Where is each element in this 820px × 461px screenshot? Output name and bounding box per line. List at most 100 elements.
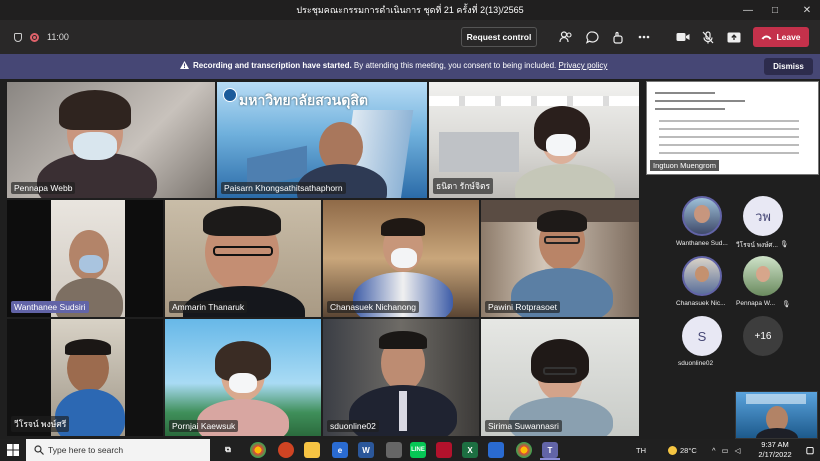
camera-icon[interactable] <box>675 29 691 45</box>
meeting-timer: 11:00 <box>47 32 69 42</box>
warning-icon <box>180 61 189 69</box>
presenter-name: Ingtuon Muengrom <box>650 160 719 171</box>
app-icon[interactable] <box>488 442 504 458</box>
participant-name: Pawini Rotprasoet <box>485 301 560 313</box>
university-banner-text: มหาวิทยาลัยสวนดุสิต <box>239 92 368 108</box>
share-screen-icon[interactable] <box>726 29 742 45</box>
self-view[interactable] <box>735 391 818 439</box>
windows-taskbar: Type here to search ⧉ e W LINE X T TH 28… <box>0 439 820 461</box>
shared-screen-thumbnail[interactable]: Ingtuon Muengrom <box>646 81 819 175</box>
video-tile[interactable]: Ammarin Thanaruk <box>164 199 322 318</box>
video-tile[interactable]: Wanthanee Sudsiri <box>6 199 164 318</box>
edge-icon[interactable]: e <box>332 442 348 458</box>
roster-name: วีโรจน์ พงษ์ศ... <box>736 242 778 249</box>
university-logo <box>223 88 237 102</box>
recording-banner: Recording and transcription have started… <box>0 54 820 79</box>
app-icon[interactable] <box>386 442 402 458</box>
participant-name: วีโรจน์ พงษ์ศรี <box>11 416 70 432</box>
participant-name: Ammarin Thanaruk <box>169 301 248 313</box>
chrome-icon[interactable] <box>250 442 266 458</box>
recording-icon <box>30 32 39 42</box>
maximize-button[interactable]: □ <box>762 0 788 20</box>
line-icon[interactable]: LINE <box>410 442 426 458</box>
video-tile[interactable]: Chanasuek Nichanong <box>322 199 480 318</box>
teams-icon[interactable]: T <box>542 442 558 458</box>
participant-name: Wanthanee Sudsiri <box>11 301 89 313</box>
roster-name: Pennapa W... <box>736 300 776 307</box>
search-placeholder: Type here to search <box>48 445 124 455</box>
avatar[interactable]: S <box>682 316 722 356</box>
minimize-button[interactable]: — <box>735 0 761 20</box>
participant-name: ธนิดา รักษ์จิตร <box>433 178 494 194</box>
video-tile[interactable]: Pennapa Webb <box>6 81 216 199</box>
avatar-initials: วพ <box>755 208 771 224</box>
avatar[interactable]: วพ <box>743 196 783 236</box>
weather-widget[interactable]: 28°C <box>668 439 697 461</box>
notifications-icon[interactable]: ▢ <box>802 442 818 458</box>
leave-label: Leave <box>776 32 801 42</box>
chevron-up-icon[interactable]: ^ <box>712 446 716 455</box>
search-icon <box>34 445 44 455</box>
language-indicator[interactable]: TH <box>636 439 646 461</box>
leave-button[interactable]: Leave <box>753 27 809 47</box>
weather-temp: 28°C <box>680 445 697 455</box>
participant-name: Chanasuek Nichanong <box>327 301 420 313</box>
windows-start-icon[interactable] <box>5 442 21 458</box>
meeting-toolbar: 11:00 Request control Leave <box>0 20 820 54</box>
avatar[interactable] <box>743 256 783 296</box>
clock[interactable]: 9:37 AM 2/17/2022 <box>752 440 798 460</box>
avatar[interactable] <box>682 256 722 296</box>
request-control-button[interactable]: Request control <box>461 27 537 47</box>
roster-name: sduonline02 <box>678 360 714 367</box>
video-tile[interactable]: Sirima Suwannasri <box>480 318 640 437</box>
avatar[interactable] <box>682 196 722 236</box>
chrome-icon[interactable] <box>516 442 532 458</box>
task-view-icon[interactable]: ⧉ <box>220 442 236 458</box>
volume-icon[interactable]: ◁ <box>735 446 741 455</box>
app-icon[interactable] <box>436 442 452 458</box>
dismiss-button[interactable]: Dismiss <box>764 58 813 75</box>
participant-name: sduonline02 <box>327 420 379 432</box>
system-tray: ^ ▭ ◁ <box>712 439 740 461</box>
roster-name: Chanasuek Nic... <box>676 300 726 307</box>
weather-icon <box>668 445 677 455</box>
privacy-policy-link[interactable]: Privacy policy <box>559 61 608 70</box>
mic-muted-icon: 🎙︎ <box>780 241 789 248</box>
participant-name: Pornjai Kaewsuk <box>169 420 239 432</box>
mic-muted-icon[interactable] <box>700 29 716 45</box>
more-participants-button[interactable]: +16 <box>743 316 783 356</box>
word-icon[interactable]: W <box>358 442 374 458</box>
clock-time: 9:37 AM <box>761 440 789 449</box>
title-bar: ประชุมคณะกรรมการดำเนินการ ชุดที่ 21 ครั้… <box>0 0 820 20</box>
chat-icon[interactable] <box>584 29 600 45</box>
participant-name: Sirima Suwannasri <box>485 420 562 432</box>
powerpoint-icon[interactable] <box>278 442 294 458</box>
video-tile[interactable]: sduonline02 <box>322 318 480 437</box>
participant-roster: Wanthanee Sud... วพ วีโรจน์ พงษ์ศ... 🎙︎ … <box>646 190 820 370</box>
participant-name: Pennapa Webb <box>11 182 76 194</box>
participants-icon[interactable] <box>558 29 574 45</box>
hangup-icon <box>761 35 772 40</box>
video-tile[interactable]: มหาวิทยาลัยสวนดุสิต Paisarn Khongsathits… <box>216 81 428 199</box>
excel-icon[interactable]: X <box>462 442 478 458</box>
more-participants-count: +16 <box>754 330 772 342</box>
roster-name: Wanthanee Sud... <box>676 240 728 247</box>
clock-date: 2/17/2022 <box>758 450 792 459</box>
more-options-icon[interactable] <box>636 29 652 45</box>
close-window-button[interactable]: ✕ <box>794 0 820 20</box>
video-tile[interactable]: Pornjai Kaewsuk <box>164 318 322 437</box>
video-tile[interactable]: Pawini Rotprasoet <box>480 199 640 318</box>
banner-bold-text: Recording and transcription have started… <box>193 61 352 70</box>
window-title: ประชุมคณะกรรมการดำเนินการ ชุดที่ 21 ครั้… <box>296 5 524 15</box>
video-tile[interactable]: วีโรจน์ พงษ์ศรี <box>6 318 164 437</box>
video-tile[interactable]: ธนิดา รักษ์จิตร <box>428 81 640 199</box>
file-explorer-icon[interactable] <box>304 442 320 458</box>
reactions-icon[interactable] <box>610 29 626 45</box>
participant-name: Paisarn Khongsathitsathaphorn <box>221 182 346 194</box>
network-icon[interactable]: ▭ <box>722 446 729 455</box>
mic-muted-icon: 🎙︎ <box>782 301 791 308</box>
taskbar-search-input[interactable]: Type here to search <box>26 439 210 461</box>
shield-icon <box>14 32 22 42</box>
avatar-initials: S <box>697 328 707 344</box>
banner-text: By attending this meeting, you consent t… <box>351 61 559 70</box>
